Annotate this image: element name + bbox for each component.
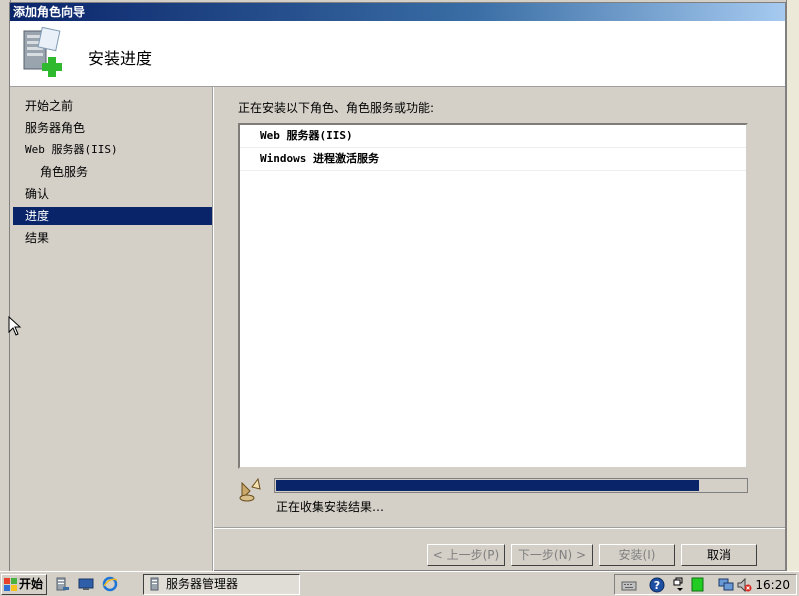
windows-logo-icon [4,578,17,591]
nav-step-before-you-begin[interactable]: 开始之前 [13,97,213,115]
wizard-step-nav: 开始之前 服务器角色 Web 服务器(IIS) 角色服务 确认 进度 结果 [10,87,214,572]
server-manager-icon [150,577,159,591]
installing-caption: 正在安装以下角色、角色服务或功能: [238,101,435,115]
previous-button[interactable]: < 上一步(P) [427,544,505,566]
mouse-cursor-icon [8,316,22,336]
internet-explorer-icon[interactable] [102,576,118,592]
installing-items-list[interactable]: Web 服务器(IIS) Windows 进程激活服务 [238,123,748,469]
network-icon[interactable] [718,577,734,593]
taskbar-item-server-manager[interactable]: 服务器管理器 [143,574,300,595]
wizard-content: 正在安装以下角色、角色服务或功能: Web 服务器(IIS) Windows 进… [216,87,785,527]
system-tray: ? 16:20 [614,574,797,595]
window-title-bar[interactable]: 添加角色向导 [10,3,785,21]
svg-text:?: ? [654,579,660,592]
start-label: 开始 [19,577,44,591]
add-roles-wizard-window: 添加角色向导 安装进度 开始之前 服务器角色 Web 服务器(IIS) 角色服务… [9,2,786,572]
show-desktop-icon[interactable] [78,576,94,592]
install-button[interactable]: 安装(I) [599,544,675,566]
nav-step-confirmation[interactable]: 确认 [13,185,213,203]
nav-step-progress[interactable]: 进度 [13,207,213,225]
hourglass-icon [239,477,261,502]
start-button[interactable]: 开始 [1,574,47,595]
progress-status-text: 正在收集安装结果… [276,500,385,514]
nav-step-web-server-iis[interactable]: Web 服务器(IIS) [13,141,213,159]
taskbar-item-label: 服务器管理器 [166,577,239,591]
clock[interactable]: 16:20 [755,577,790,593]
install-progress-fill [276,480,699,491]
status-green-icon[interactable] [690,577,706,593]
volume-muted-icon[interactable] [736,577,752,593]
list-item: Windows 进程激活服务 [240,148,746,171]
page-title: 安装进度 [88,49,153,68]
next-button[interactable]: 下一步(N) > [511,544,593,566]
taskbar: 开始 服务器管理器 ? 16:20 [0,571,799,596]
cancel-button[interactable]: 取消 [681,544,757,566]
nav-step-results[interactable]: 结果 [13,229,213,247]
nav-step-server-roles[interactable]: 服务器角色 [13,119,213,137]
install-progress-bar [274,478,748,493]
help-icon[interactable]: ? [649,577,665,593]
keyboard-icon[interactable] [621,577,637,593]
nav-step-role-services[interactable]: 角色服务 [13,163,213,181]
background-window-edge-right [786,0,799,571]
list-item: Web 服务器(IIS) [240,125,746,148]
server-add-icon [23,27,62,77]
server-manager-quicklaunch-icon[interactable] [54,576,70,592]
window-title: 添加角色向导 [13,5,86,19]
wizard-header: 安装进度 [10,21,785,87]
window-restore-icon[interactable] [672,577,688,593]
wizard-footer: < 上一步(P) 下一步(N) > 安装(I) 取消 [214,527,785,572]
